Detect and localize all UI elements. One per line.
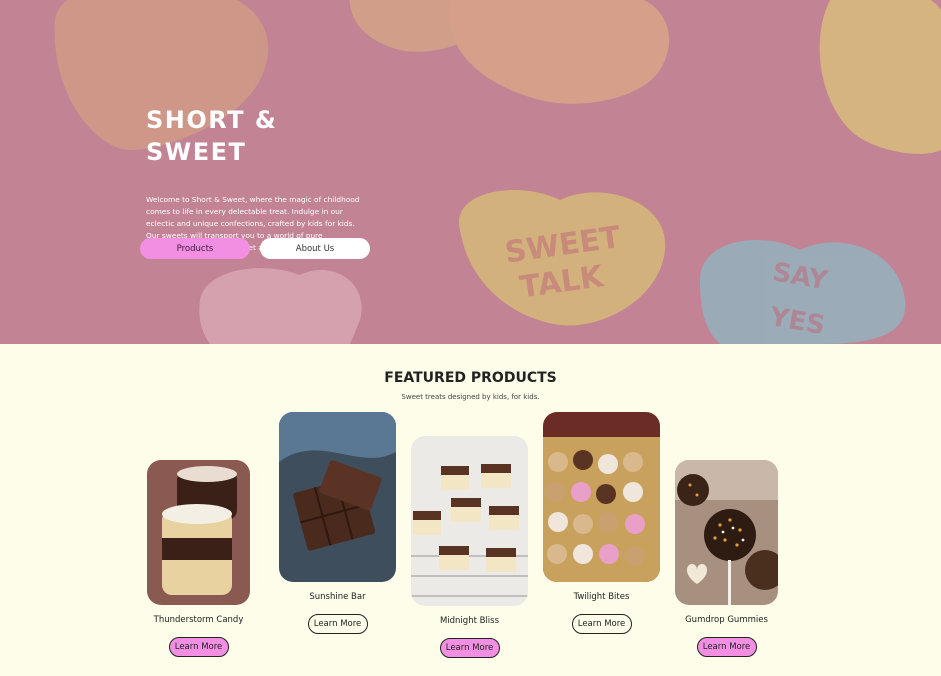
product-image[interactable]	[543, 412, 660, 582]
learn-more-button[interactable]: Learn More	[696, 637, 757, 657]
products-button[interactable]: Products	[140, 238, 250, 259]
featured-title: FEATURED PRODUCTS	[384, 370, 557, 386]
learn-more-button[interactable]: Learn More	[307, 614, 368, 634]
product-image[interactable]	[147, 460, 250, 605]
product-card-sunshine-bar: Sunshine Bar Learn More	[279, 412, 396, 634]
product-image[interactable]	[279, 412, 396, 582]
hero-section: SWEET TALK SAY YES SHORT & SWEET Welcome…	[0, 0, 941, 344]
hero-title: SHORT & SWEET	[146, 106, 278, 166]
product-name: Thunderstorm Candy	[153, 615, 244, 625]
product-name: Midnight Bliss	[439, 616, 500, 626]
about-us-button[interactable]: About Us	[260, 238, 370, 259]
learn-more-button[interactable]: Learn More	[571, 614, 632, 634]
featured-products-section: FEATURED PRODUCTS Sweet treats designed …	[0, 344, 941, 676]
product-name: Gumdrop Gummies	[685, 615, 768, 625]
hero-background-image: SWEET TALK SAY YES	[0, 0, 941, 344]
product-card-twilight-bites: Twilight Bites Learn More	[543, 412, 660, 634]
hero-buttons: Products About Us	[140, 238, 370, 259]
product-image[interactable]	[411, 436, 528, 606]
hero-content: SHORT & SWEET Welcome to Short & Sweet, …	[146, 104, 386, 254]
product-card-midnight-bliss: Midnight Bliss Learn More	[411, 436, 528, 658]
product-name: Sunshine Bar	[309, 592, 366, 602]
featured-subtitle: Sweet treats designed by kids, for kids.	[401, 393, 540, 401]
product-card-thunderstorm-candy: Thunderstorm Candy Learn More	[147, 460, 250, 657]
product-card-gumdrop-gummies: Gumdrop Gummies Learn More	[675, 460, 778, 657]
learn-more-button[interactable]: Learn More	[439, 638, 500, 658]
learn-more-button[interactable]: Learn More	[168, 637, 229, 657]
product-name: Twilight Bites	[573, 592, 630, 602]
product-image[interactable]	[675, 460, 778, 605]
